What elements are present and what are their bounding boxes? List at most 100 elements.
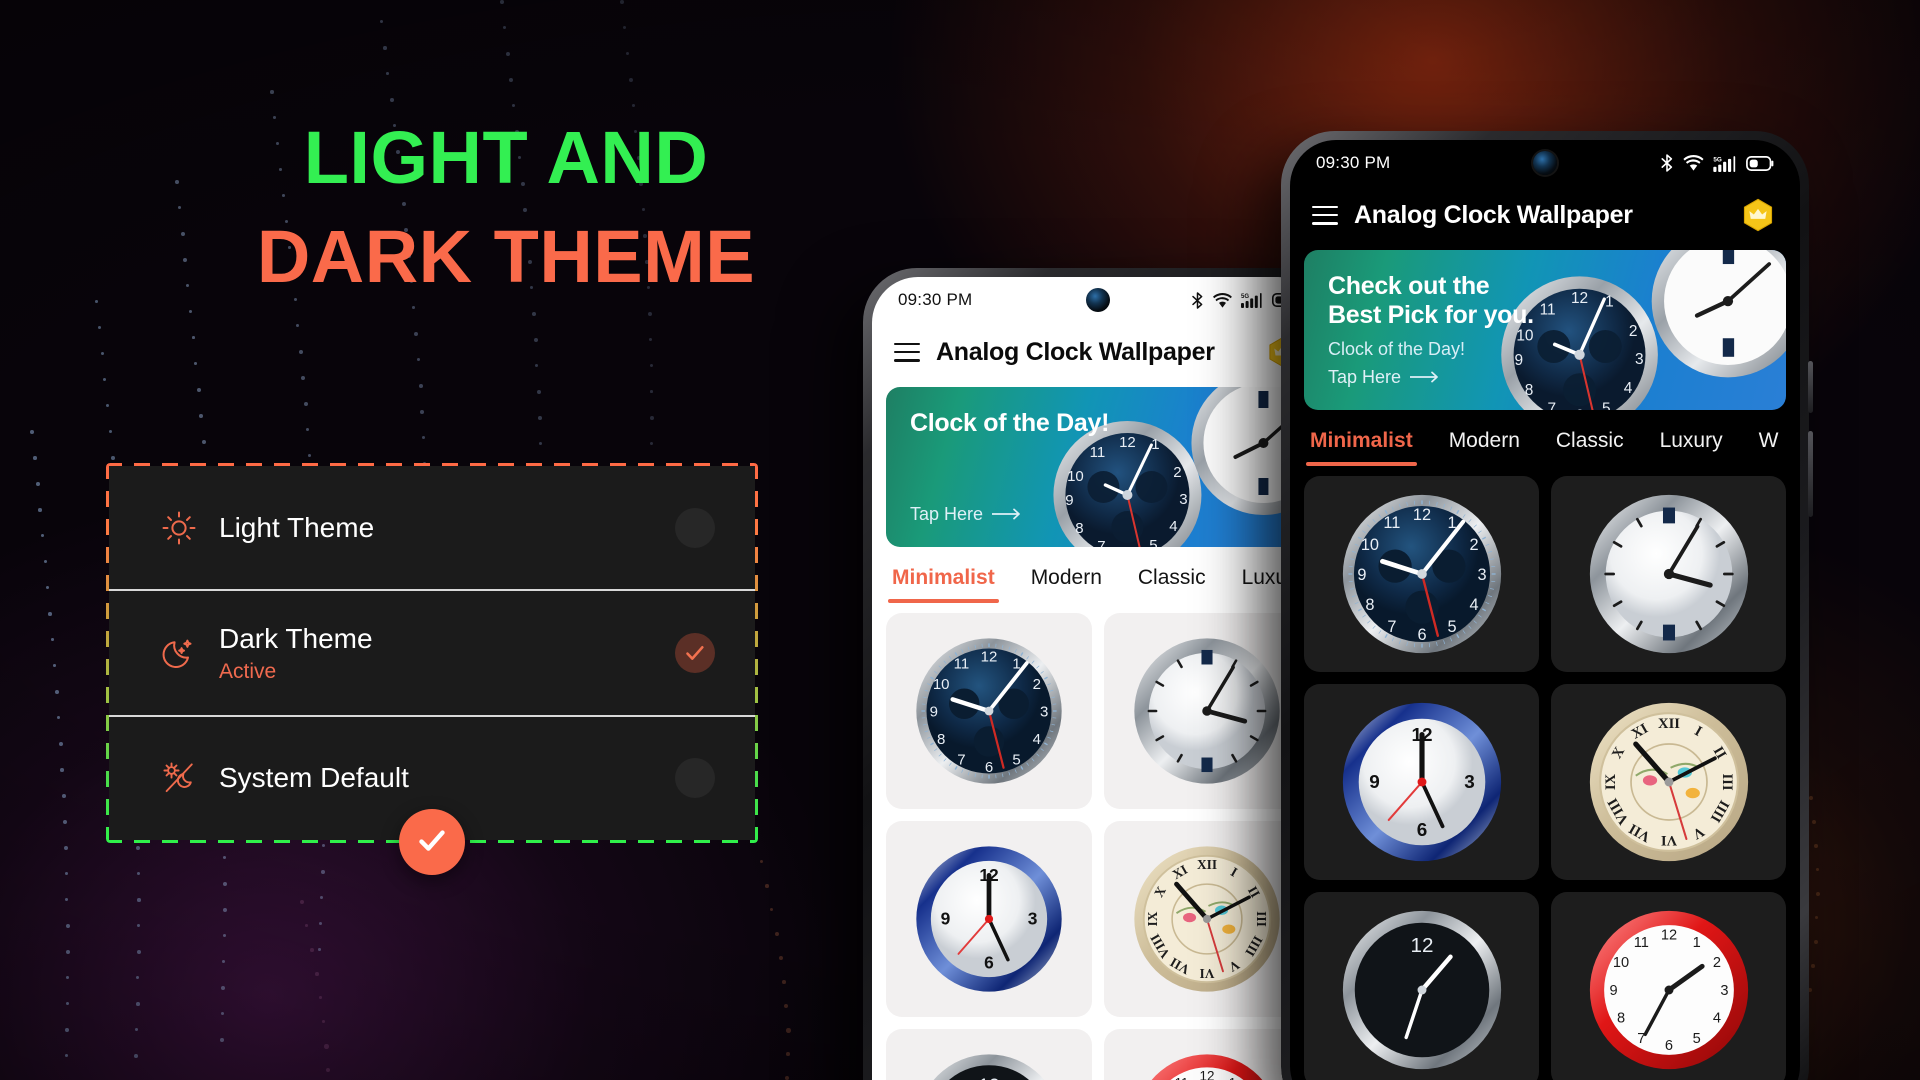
clock-item[interactable]: 12 3 6 9 <box>886 821 1092 1017</box>
appbar-dark: Analog Clock Wallpaper <box>1290 186 1800 244</box>
svg-text:11: 11 <box>1633 935 1648 951</box>
svg-text:3: 3 <box>1179 491 1187 508</box>
statusbar-icons: 5G <box>1660 154 1774 172</box>
theme-option-light-radio[interactable] <box>675 508 715 548</box>
promo-banner-dark[interactable]: 121110987123456 <box>1304 250 1786 410</box>
banner-cta-light[interactable]: Tap Here <box>910 504 1022 525</box>
signal-5g-icon: 5G <box>1713 155 1737 172</box>
theme-option-dark-title: Dark Theme <box>219 622 675 656</box>
tab-minimalist[interactable]: Minimalist <box>1306 429 1417 466</box>
clock-item[interactable]: 121234567891011 <box>1551 892 1786 1080</box>
svg-text:8: 8 <box>1525 382 1534 399</box>
svg-text:5: 5 <box>1149 537 1157 547</box>
promo-banner-light[interactable]: 121110987123456 <box>886 387 1310 547</box>
wifi-icon <box>1683 155 1704 171</box>
tab-luxury[interactable]: Luxury <box>1656 429 1727 466</box>
tab-minimalist[interactable]: Minimalist <box>888 566 999 603</box>
svg-text:5G: 5G <box>1713 156 1722 163</box>
svg-text:3: 3 <box>1028 909 1038 929</box>
clock-item[interactable]: 121234567891011 <box>1104 1029 1310 1080</box>
svg-text:2: 2 <box>1469 536 1478 554</box>
svg-text:12: 12 <box>978 1076 999 1080</box>
svg-text:12: 12 <box>1410 934 1433 957</box>
svg-text:2: 2 <box>1173 464 1181 481</box>
svg-text:6: 6 <box>1123 544 1131 547</box>
clock-item[interactable]: 12 <box>886 1029 1092 1080</box>
clock-item[interactable]: 121234567891011 <box>886 613 1092 809</box>
clock-item[interactable] <box>1551 476 1786 672</box>
clock-grid-light: 12 1 2 3 4 5 6 7 8 9 10 11 3 6 9 XII I I… <box>872 603 1324 1080</box>
svg-text:1: 1 <box>1605 293 1614 310</box>
hamburger-icon[interactable] <box>1312 206 1338 225</box>
svg-text:9: 9 <box>930 704 938 721</box>
headline-line-2: DARK THEME <box>186 207 826 306</box>
svg-text:8: 8 <box>1075 520 1083 537</box>
svg-text:6: 6 <box>1664 1038 1672 1054</box>
confirm-button[interactable] <box>399 809 465 875</box>
theme-option-dark-radio[interactable] <box>675 633 715 673</box>
svg-text:7: 7 <box>957 751 965 768</box>
svg-text:6: 6 <box>984 952 994 972</box>
svg-text:3: 3 <box>1720 983 1728 999</box>
svg-text:8: 8 <box>1616 1011 1624 1027</box>
page-title: LIGHT AND DARK THEME <box>186 108 826 306</box>
svg-text:III: III <box>1719 773 1735 790</box>
statusbar-light: 09:30 PM 5G <box>872 277 1324 323</box>
theme-selector-card: Light Theme Dark Theme Active System Def… <box>106 463 758 843</box>
crown-icon[interactable] <box>1738 195 1778 235</box>
tab-modern[interactable]: Modern <box>1445 429 1524 466</box>
check-icon <box>414 823 450 862</box>
svg-text:5: 5 <box>1602 400 1611 410</box>
svg-text:6: 6 <box>1575 408 1584 410</box>
wifi-icon <box>1213 293 1232 308</box>
theme-option-dark-status: Active <box>219 659 675 684</box>
app-title: Analog Clock Wallpaper <box>936 338 1215 367</box>
phone-side-button-power[interactable] <box>1808 431 1813 517</box>
app-title: Analog Clock Wallpaper <box>1354 201 1633 230</box>
svg-text:4: 4 <box>1469 596 1478 614</box>
arrow-right-icon <box>1410 367 1440 388</box>
tab-classic[interactable]: Classic <box>1134 566 1210 603</box>
svg-text:VI: VI <box>1200 966 1215 981</box>
svg-text:4: 4 <box>1169 518 1177 535</box>
banner-cta-dark[interactable]: Tap Here <box>1328 367 1440 388</box>
svg-text:III: III <box>1254 911 1269 927</box>
phone-side-button-volume[interactable] <box>1808 361 1813 413</box>
app-screen-dark: 09:30 PM 5G Analog Clock Wallpaper 12 11… <box>1290 140 1800 1080</box>
svg-text:XII: XII <box>1658 716 1680 732</box>
camera-punchhole-icon <box>1533 151 1557 175</box>
phone-light-screen: 09:30 PM 5G Analog Clock Wallpaper 12 11… <box>872 277 1324 1080</box>
clock-item[interactable]: XII I II III IIII V VI VII VIII IX X XI <box>1551 684 1786 880</box>
statusbar-dark: 09:30 PM 5G <box>1290 140 1800 186</box>
tab-overflow[interactable]: W <box>1755 429 1783 466</box>
svg-text:6: 6 <box>985 759 993 776</box>
banner-heading-line1: Check out the <box>1328 272 1584 301</box>
category-tabs-light: Minimalist Modern Classic Luxury <box>872 547 1324 603</box>
sun-moon-icon <box>157 756 201 800</box>
statusbar-time: 09:30 PM <box>898 290 972 310</box>
tab-modern[interactable]: Modern <box>1027 566 1106 603</box>
svg-text:6: 6 <box>1416 820 1427 841</box>
svg-text:11: 11 <box>1383 514 1400 532</box>
theme-option-light[interactable]: Light Theme <box>109 466 755 589</box>
moon-stars-icon <box>157 631 201 675</box>
clock-item[interactable] <box>1104 613 1310 809</box>
svg-text:4: 4 <box>1712 1011 1720 1027</box>
theme-option-dark[interactable]: Dark Theme Active <box>109 589 755 714</box>
banner-cta-label: Tap Here <box>910 504 983 525</box>
svg-text:3: 3 <box>1464 772 1475 793</box>
clock-item[interactable]: 12 <box>1304 892 1539 1080</box>
theme-option-dark-texts: Dark Theme Active <box>219 622 675 684</box>
clock-item[interactable]: 12 3 6 9 <box>1304 684 1539 880</box>
arrow-right-icon <box>992 504 1022 525</box>
svg-text:2: 2 <box>1712 955 1720 971</box>
hamburger-icon[interactable] <box>894 343 920 362</box>
theme-option-system-texts: System Default <box>219 761 675 795</box>
theme-option-system-radio[interactable] <box>675 758 715 798</box>
svg-text:9: 9 <box>941 909 951 929</box>
svg-text:3: 3 <box>1477 566 1486 584</box>
clock-item[interactable]: 121234567891011 <box>1304 476 1539 672</box>
clock-item[interactable]: XII I II III IIII V VI VII VIII IX X XI <box>1104 821 1310 1017</box>
tab-classic[interactable]: Classic <box>1552 429 1628 466</box>
svg-text:7: 7 <box>1548 400 1557 410</box>
